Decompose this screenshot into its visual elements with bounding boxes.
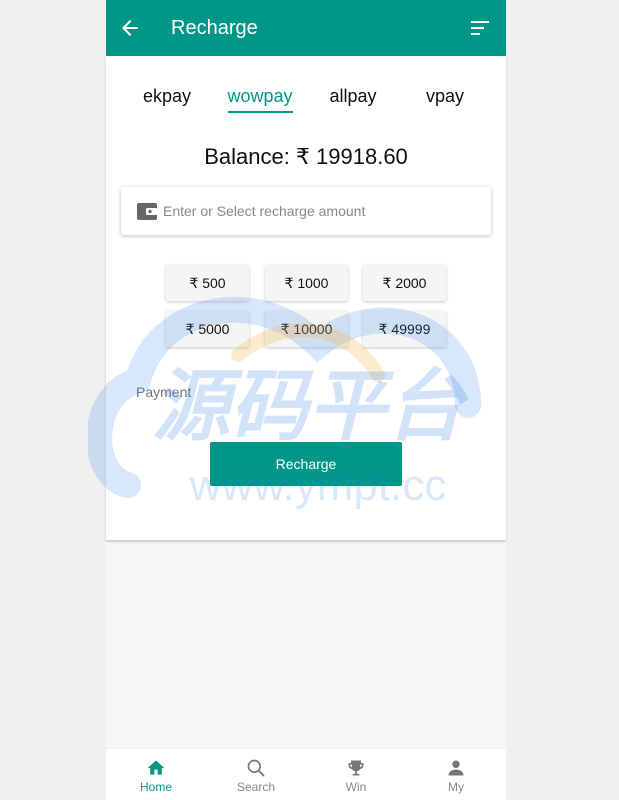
payment-tabs: ekpay wowpay allpay vpay: [106, 78, 506, 118]
tab-wowpay[interactable]: wowpay: [215, 78, 305, 114]
amount-option-5000[interactable]: ₹ 5000: [166, 311, 249, 347]
amount-field[interactable]: [121, 187, 491, 235]
nav-my[interactable]: My: [406, 749, 506, 800]
nav-win[interactable]: Win: [306, 749, 406, 800]
menu-icon[interactable]: [468, 16, 492, 40]
amount-input[interactable]: [163, 199, 473, 223]
tab-allpay[interactable]: allpay: [308, 78, 398, 114]
user-icon: [448, 760, 464, 776]
payment-label: Payment: [136, 384, 192, 400]
back-arrow-icon[interactable]: [118, 16, 142, 40]
amount-option-1000[interactable]: ₹ 1000: [265, 265, 348, 301]
nav-home[interactable]: Home: [106, 749, 206, 800]
recharge-button[interactable]: Recharge: [210, 442, 402, 486]
amount-option-500[interactable]: ₹ 500: [166, 265, 249, 301]
search-icon: [247, 759, 265, 777]
amount-option-10000[interactable]: ₹ 10000: [265, 311, 348, 347]
phone-screen: Recharge ekpay wowpay allpay vpay Balanc…: [106, 0, 506, 800]
trophy-icon: [348, 760, 364, 776]
wallet-icon: [137, 203, 157, 220]
nav-search-label: Search: [236, 780, 276, 794]
tab-vpay[interactable]: vpay: [400, 78, 490, 114]
app-bar: Recharge: [106, 0, 506, 56]
nav-search[interactable]: Search: [206, 749, 306, 800]
amount-option-49999[interactable]: ₹ 49999: [363, 311, 446, 347]
nav-my-label: My: [448, 780, 464, 794]
nav-home-label: Home: [139, 780, 172, 794]
home-icon: [147, 760, 165, 775]
nav-win-label: Win: [345, 780, 367, 794]
tab-ekpay[interactable]: ekpay: [122, 78, 212, 114]
recharge-card: ekpay wowpay allpay vpay Balance: ₹ 1991…: [106, 56, 506, 540]
bottom-nav: Home Search Win My: [106, 748, 506, 800]
amount-option-2000[interactable]: ₹ 2000: [363, 265, 446, 301]
balance-text: Balance: ₹ 19918.60: [204, 144, 408, 169]
tab-active-indicator: [228, 111, 293, 113]
page-title: Recharge: [171, 17, 258, 39]
